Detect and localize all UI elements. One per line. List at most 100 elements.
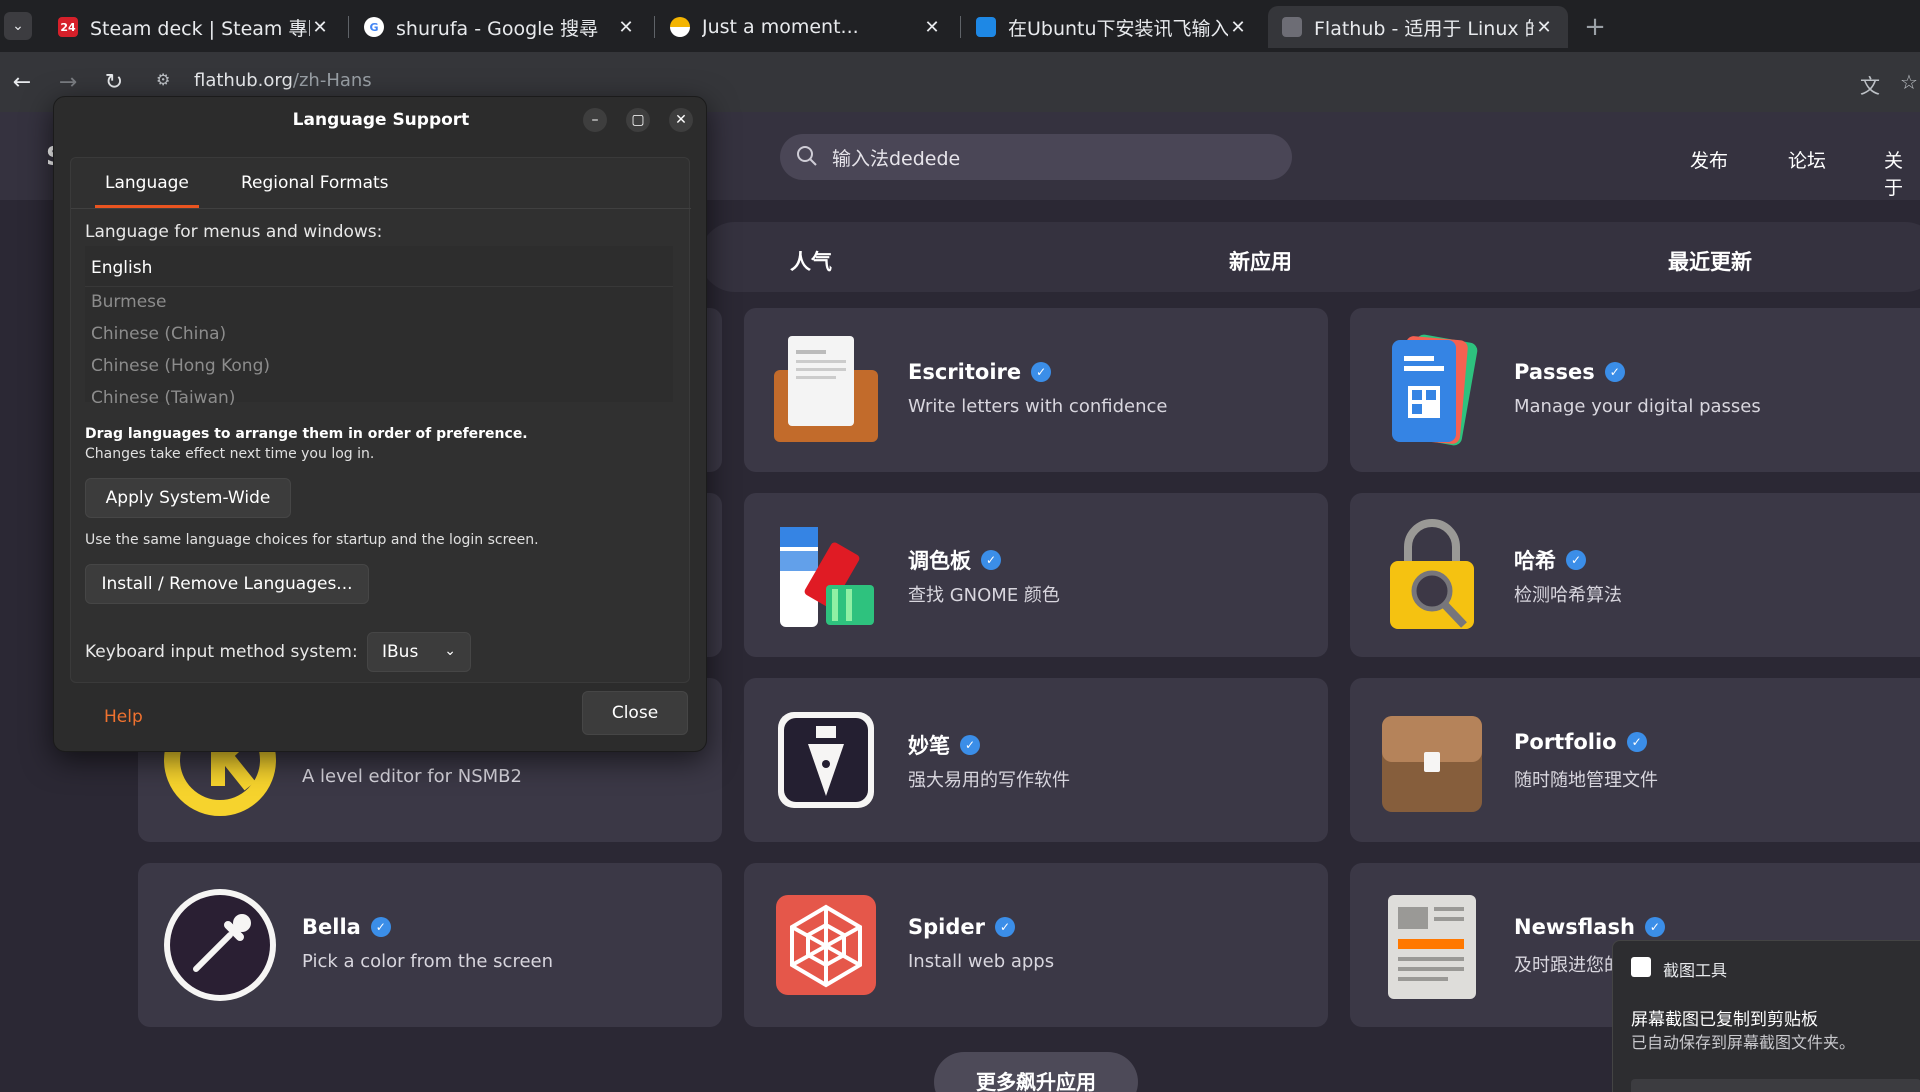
url-host: flathub.org [194, 70, 293, 91]
app-card-bella[interactable]: Bella ✓ Pick a color from the screen [138, 863, 722, 1027]
tab-new-apps[interactable]: 新应用 [1229, 246, 1292, 276]
tab-title: 在Ubuntu下安装讯飞输入法 [1008, 17, 1228, 40]
menu-language-label: Language for menus and windows: [85, 222, 383, 242]
escritoire-icon [774, 336, 878, 442]
hash-lock-icon [1390, 519, 1474, 629]
app-desc: Pick a color from the screen [302, 951, 554, 972]
translate-icon[interactable]: 文 [1860, 70, 1880, 99]
language-item[interactable]: Chinese (China) [91, 324, 226, 344]
browser-tab-active[interactable]: Flathub - 适用于 Linux 的 ✕ [1268, 6, 1568, 48]
app-desc: Install web apps [908, 951, 1055, 972]
notification-body: 已自动保存到屏幕截图文件夹。 [1631, 1033, 1856, 1052]
notification-title: 屏幕截图已复制到剪贴板 [1631, 1010, 1818, 1030]
minimize-icon[interactable]: – [583, 108, 607, 132]
app-name: Portfolio [1514, 730, 1617, 754]
app-desc: Write letters with confidence [908, 396, 1168, 417]
search-icon [797, 146, 817, 166]
chevron-down-icon: ⌄ [444, 643, 456, 659]
search-input[interactable]: 输入法dedede [780, 134, 1292, 180]
tab-close-icon[interactable]: ✕ [310, 17, 330, 38]
tab-close-icon[interactable]: ✕ [1228, 17, 1248, 38]
language-item[interactable]: English [91, 258, 152, 278]
nav-publish[interactable]: 发布 [1690, 146, 1728, 173]
cloudflare-icon [670, 17, 690, 37]
tab-title: Steam deck | Steam 專區 [90, 17, 310, 40]
app-name: 哈希 [1514, 549, 1556, 573]
language-item[interactable]: Burmese [91, 292, 166, 312]
app-desc: Manage your digital passes [1514, 396, 1761, 417]
snipping-tool-icon [1631, 957, 1651, 977]
site-info-icon[interactable]: ⚙ [156, 70, 170, 89]
tab-close-icon[interactable]: ✕ [922, 17, 942, 38]
back-icon[interactable]: ← [4, 64, 40, 100]
app-desc: 检测哈希算法 [1514, 585, 1622, 606]
app-desc: 强大易用的写作软件 [908, 770, 1070, 791]
browser-tab[interactable]: Just a moment... ✕ [656, 6, 956, 48]
tab-title: Flathub - 适用于 Linux 的 [1314, 17, 1534, 40]
verified-badge-icon: ✓ [995, 917, 1015, 937]
verified-badge-icon: ✓ [1566, 550, 1586, 570]
language-item[interactable]: Chinese (Hong Kong) [91, 356, 270, 376]
nav-about[interactable]: 关于 [1884, 146, 1920, 200]
tab-regional-formats[interactable]: Regional Formats [241, 158, 389, 208]
browser-tab[interactable]: 在Ubuntu下安装讯飞输入法 ✕ [962, 6, 1262, 48]
forward-icon[interactable]: → [50, 64, 86, 100]
language-item[interactable]: Chinese (Taiwan) [91, 388, 235, 408]
tab-close-icon[interactable]: ✕ [616, 17, 636, 38]
palette-icon [780, 527, 874, 627]
app-desc: A level editor for NSMB2 [302, 766, 522, 787]
input-method-value: IBus [382, 642, 419, 662]
app-card-spider[interactable]: Spider ✓ Install web apps [744, 863, 1328, 1027]
app-card-portfolio[interactable]: Portfolio ✓ 随时随地管理文件 [1350, 678, 1920, 842]
app-card-palette[interactable]: 调色板 ✓ 查找 GNOME 颜色 [744, 493, 1328, 657]
close-window-icon[interactable]: ✕ [669, 108, 693, 132]
browser-tab[interactable]: 24 Steam deck | Steam 專區 ✕ [44, 6, 344, 48]
tab-title: shurufa - Google 搜尋 [396, 17, 599, 40]
app-name: 妙笔 [908, 734, 950, 758]
app-name: Spider [908, 915, 985, 939]
tab-language[interactable]: Language [95, 158, 199, 208]
notification-action-button[interactable] [1631, 1079, 1920, 1092]
app-card-escritoire[interactable]: Escritoire ✓ Write letters with confidenc… [744, 308, 1328, 472]
steam-24-icon: 24 [58, 17, 78, 37]
flathub-icon [1282, 17, 1302, 37]
bookmark-star-icon[interactable]: ☆ [1900, 70, 1918, 94]
search-value: 输入法dedede [832, 147, 961, 170]
verified-badge-icon: ✓ [1626, 732, 1647, 752]
maximize-icon[interactable]: ▢ [626, 108, 650, 132]
tab-recently-updated[interactable]: 最近更新 [1668, 246, 1752, 276]
eyedropper-icon [164, 889, 276, 1001]
app-card-hash[interactable]: 哈希 ✓ 检测哈希算法 [1350, 493, 1920, 657]
tab-close-icon[interactable]: ✕ [1534, 17, 1554, 38]
app-card-passes[interactable]: Passes ✓ Manage your digital passes [1350, 308, 1920, 472]
address-bar[interactable]: flathub.org/zh-Hans [194, 70, 372, 91]
verified-badge-icon: ✓ [1644, 917, 1665, 937]
verified-badge-icon: ✓ [370, 917, 391, 937]
screenshot-notification[interactable]: 截图工具 屏幕截图已复制到剪贴板 已自动保存到屏幕截图文件夹。 [1612, 940, 1920, 1092]
verified-badge-icon: ✓ [981, 550, 1001, 570]
app-card-miaobi[interactable]: 妙笔 ✓ 强大易用的写作软件 [744, 678, 1328, 842]
apply-hint: Use the same language choices for startu… [85, 532, 539, 548]
drag-hint: Drag languages to arrange them in order … [85, 426, 528, 442]
tab-search-chevron-icon[interactable]: ⌄ [4, 12, 32, 40]
verified-badge-icon: ✓ [1604, 362, 1625, 382]
app-desc: 查找 GNOME 颜色 [908, 585, 1060, 606]
dialog-title: Language Support [292, 110, 470, 130]
dialog-content: Language Regional Formats Language for m… [70, 157, 691, 683]
language-list[interactable]: English Burmese Chinese (China) Chinese … [85, 246, 673, 408]
tab-popular[interactable]: 人气 [790, 246, 832, 276]
new-tab-button[interactable]: + [1578, 10, 1612, 44]
passes-icon [1392, 334, 1478, 446]
app-name: 调色板 [908, 549, 971, 573]
browser-tab[interactable]: G shurufa - Google 搜尋 ✕ [350, 6, 650, 48]
reload-icon[interactable]: ↻ [96, 64, 132, 100]
close-button[interactable]: Close [582, 691, 688, 735]
install-remove-languages-button[interactable]: Install / Remove Languages... [85, 564, 369, 604]
tab-divider [71, 208, 691, 209]
google-icon: G [364, 17, 384, 37]
nav-forum[interactable]: 论坛 [1788, 146, 1826, 173]
input-method-dropdown[interactable]: IBus ⌄ [367, 632, 471, 672]
help-link[interactable]: Help [104, 707, 143, 727]
apply-system-wide-button[interactable]: Apply System-Wide [85, 478, 291, 518]
more-trending-apps-button[interactable]: 更多飙升应用 [934, 1052, 1138, 1092]
